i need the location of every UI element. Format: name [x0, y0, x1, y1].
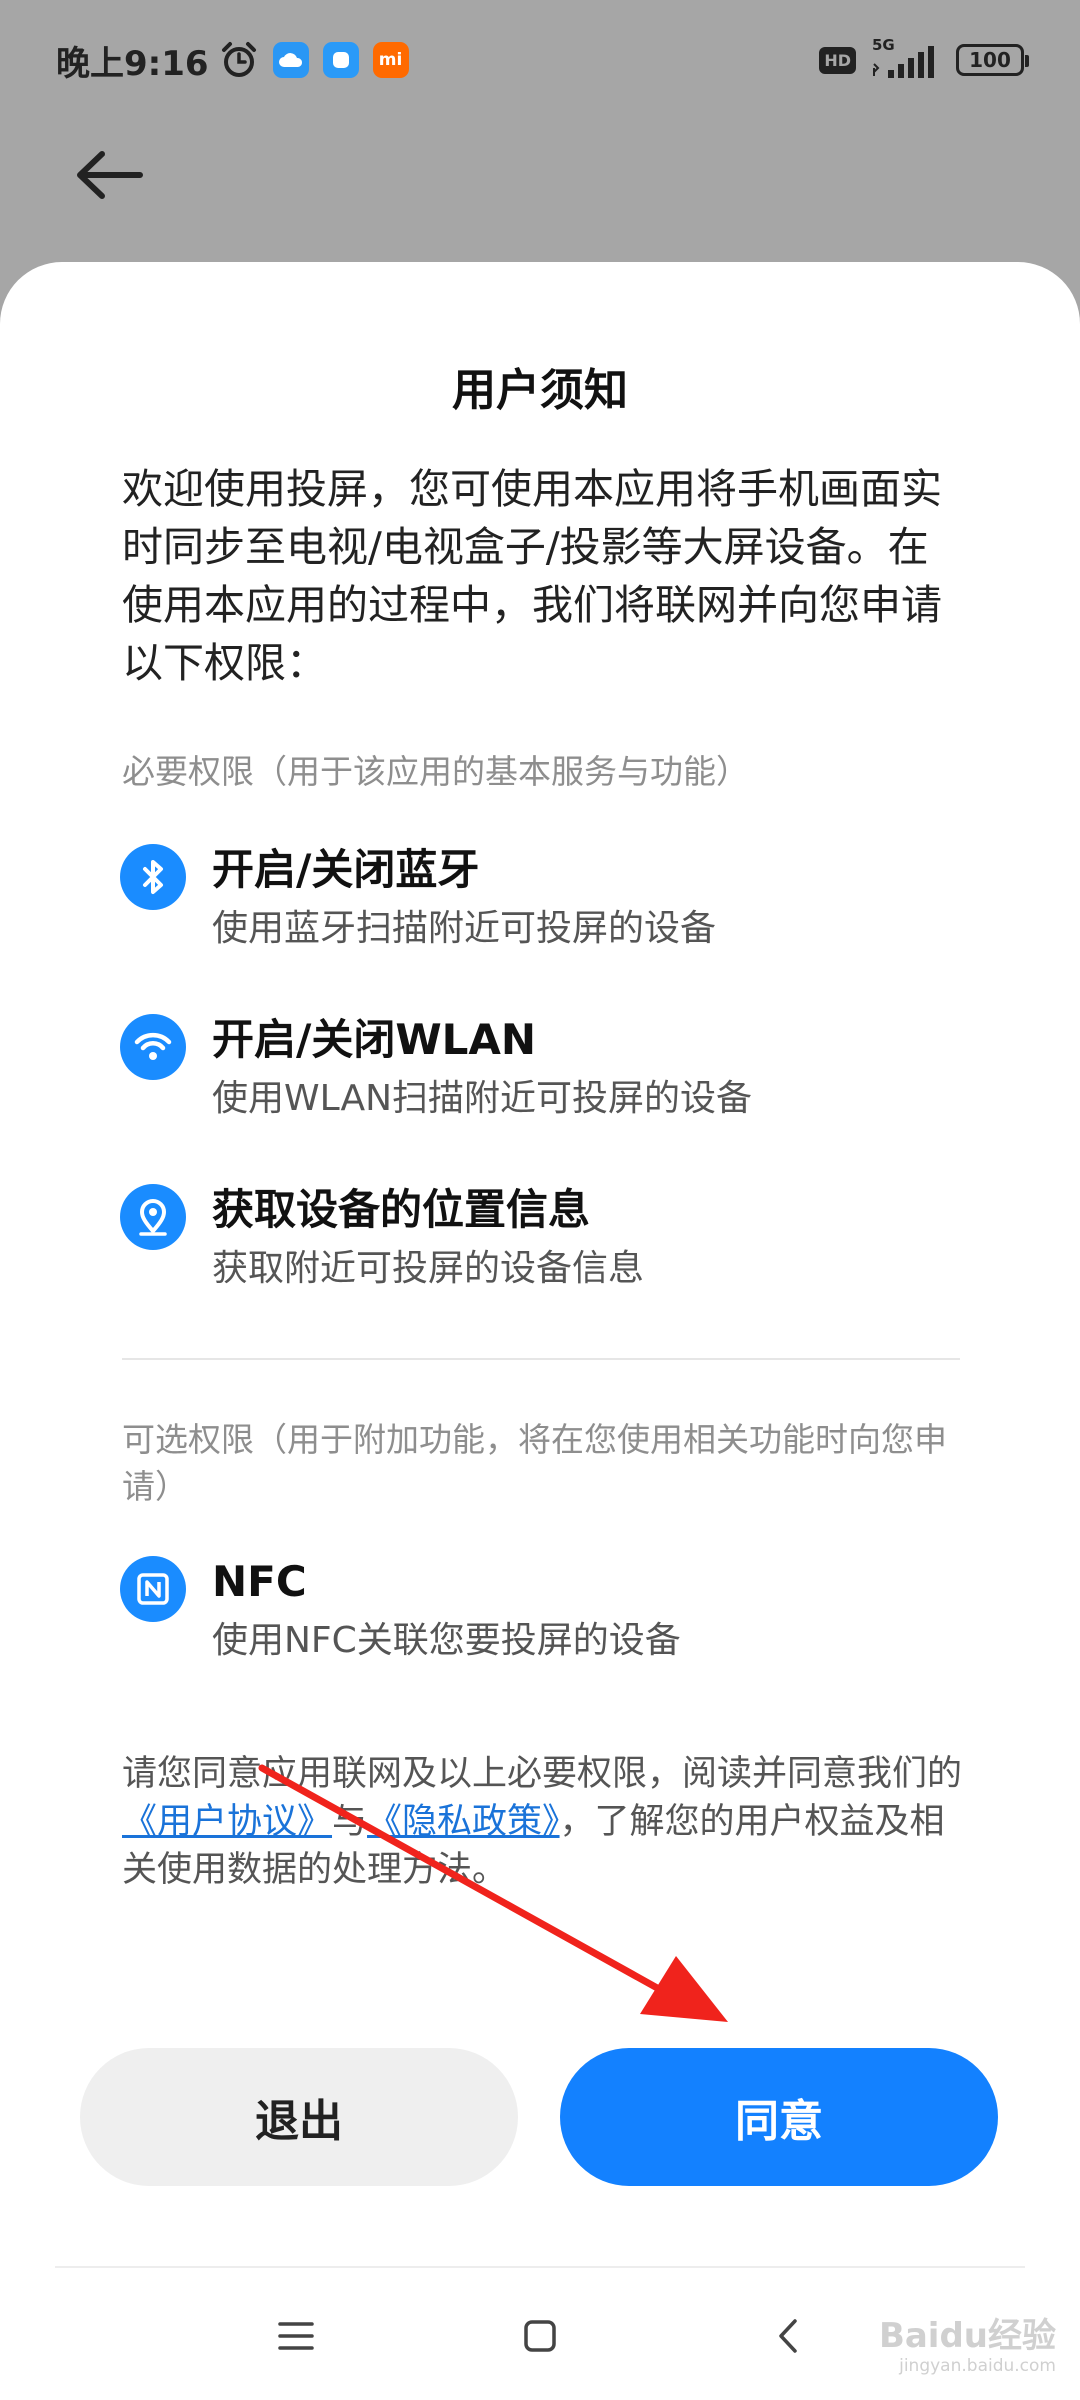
location-icon [120, 1184, 186, 1250]
signal-indicator: 5G [870, 36, 942, 80]
hd-badge: HD [819, 46, 856, 74]
menu-icon[interactable] [266, 2306, 326, 2366]
user-notice-sheet: 用户须知 欢迎使用投屏，您可使用本应用将手机画面实时同步至电视/电视盒子/投影等… [0, 262, 1080, 2400]
wifi-icon [120, 1014, 186, 1080]
required-permissions-label: 必要权限（用于该应用的基本服务与功能） [122, 752, 749, 791]
user-agreement-link[interactable]: 《用户协议》 [122, 1802, 332, 1842]
watermark-url: jingyan.baidu.com [899, 2356, 1056, 2376]
permission-desc: 获取附近可投屏的设备信息 [212, 1248, 645, 1289]
watermark-brand: Baidu经验 [878, 2316, 1056, 2356]
alarm-icon [221, 42, 256, 77]
permission-desc: 使用蓝牙扫描附近可投屏的设备 [212, 908, 717, 949]
exit-button[interactable]: 退出 [80, 2048, 518, 2186]
section-divider [122, 1358, 960, 1360]
back-arrow-icon[interactable] [70, 140, 150, 210]
battery-indicator: 100 [956, 44, 1029, 76]
permission-desc: 使用WLAN扫描附近可投屏的设备 [212, 1078, 753, 1119]
permission-bluetooth: 开启/关闭蓝牙 使用蓝牙扫描附近可投屏的设备 [120, 840, 980, 980]
bluetooth-icon [120, 844, 186, 910]
permission-wlan: 开启/关闭WLAN 使用WLAN扫描附近可投屏的设备 [120, 1010, 980, 1150]
permission-title: 开启/关闭蓝牙 [212, 845, 480, 894]
nav-divider [55, 2266, 1025, 2268]
optional-permissions-label: 可选权限（用于附加功能，将在您使用相关功能时向您申请） [122, 1420, 947, 1506]
agree-button[interactable]: 同意 [560, 2048, 998, 2186]
permission-location: 获取设备的位置信息 获取附近可投屏的设备信息 [120, 1180, 980, 1320]
mi-app-icon: mi [372, 42, 409, 78]
notice-prefix: 请您同意应用联网及以上必要权限，阅读并同意我们的 [122, 1754, 963, 1794]
intro-text: 欢迎使用投屏，您可使用本应用将手机画面实时同步至电视/电视盒子/投影等大屏设备。… [122, 465, 942, 687]
permission-title: 获取设备的位置信息 [212, 1185, 591, 1234]
privacy-policy-link[interactable]: 《隐私政策》 [367, 1802, 560, 1842]
nav-back-icon[interactable] [758, 2306, 818, 2366]
consent-notice: 请您同意应用联网及以上必要权限，阅读并同意我们的《用户协议》与《隐私政策》，了解… [122, 1750, 962, 1894]
sheet-title: 用户须知 [452, 365, 628, 416]
signal-icon [873, 46, 934, 78]
permission-nfc: NFC 使用NFC关联您要投屏的设备 [120, 1552, 980, 1692]
notice-and: 与 [332, 1802, 368, 1842]
permission-title: NFC [212, 1557, 307, 1606]
permission-title: 开启/关闭WLAN [212, 1015, 537, 1064]
status-bar: 晚上9:16 mi HD 5G 100 [0, 0, 1080, 120]
home-icon[interactable] [510, 2306, 570, 2366]
nfc-icon [120, 1556, 186, 1622]
status-time: 晚上9:16 [56, 43, 209, 84]
message-app-icon [322, 42, 359, 78]
watermark: Baidu经验 jingyan.baidu.com [879, 2316, 1056, 2376]
permission-desc: 使用NFC关联您要投屏的设备 [212, 1620, 681, 1661]
cloud-app-icon [272, 42, 309, 78]
